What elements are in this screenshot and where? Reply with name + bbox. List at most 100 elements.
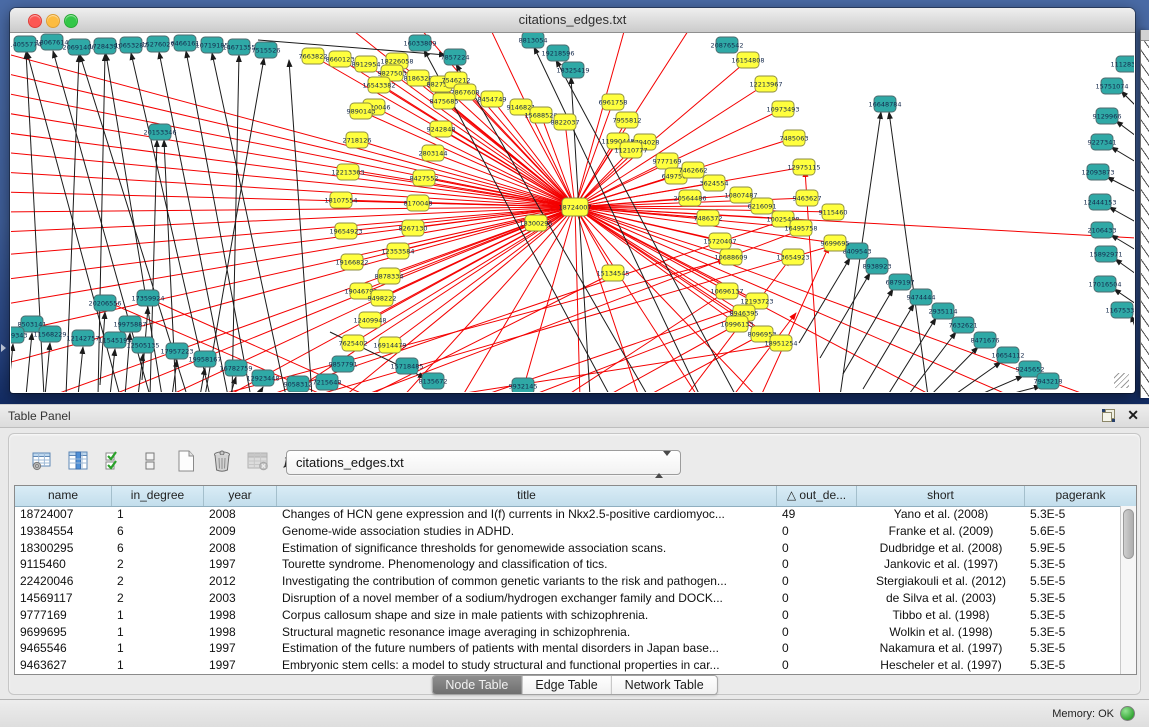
table-cell[interactable]: 22420046 bbox=[15, 573, 112, 590]
network-node[interactable]: 9242848 bbox=[427, 121, 456, 137]
table-cell[interactable]: 6 bbox=[112, 540, 204, 557]
network-node[interactable]: 9058312 bbox=[284, 376, 313, 392]
network-node[interactable]: 12093873 bbox=[1081, 164, 1114, 180]
table-cell[interactable]: 2009 bbox=[204, 523, 277, 540]
table-cell[interactable]: 2008 bbox=[204, 540, 277, 557]
table-cell[interactable]: 1 bbox=[112, 640, 204, 657]
table-cell[interactable]: 5.3E-5 bbox=[1025, 590, 1121, 607]
table-row[interactable]: 977716911998Corpus callosum shape and si… bbox=[15, 607, 1121, 624]
table-cell[interactable]: 0 bbox=[777, 556, 857, 573]
window-resize-grip[interactable] bbox=[1114, 373, 1129, 388]
network-node[interactable]: 8427552 bbox=[410, 170, 439, 186]
network-node[interactable]: 17016504 bbox=[1088, 276, 1121, 292]
network-node[interactable]: 6216091 bbox=[748, 198, 777, 214]
table-cell[interactable]: de Silva et al. (2003) bbox=[857, 590, 1025, 607]
table-cell[interactable]: Jankovic et al. (1997) bbox=[857, 556, 1025, 573]
network-node[interactable]: 8813054 bbox=[519, 33, 548, 48]
network-node[interactable]: 12353584 bbox=[381, 243, 414, 259]
table-cell[interactable]: 1998 bbox=[204, 624, 277, 641]
table-row[interactable]: 2242004622012Investigating the contribut… bbox=[15, 573, 1121, 590]
tab-edge-table[interactable]: Edge Table bbox=[521, 676, 610, 694]
table-cell[interactable]: 2 bbox=[112, 573, 204, 590]
table-panel-header[interactable]: Table Panel ✕ bbox=[0, 404, 1149, 428]
network-node[interactable]: 18325419 bbox=[556, 62, 589, 78]
network-hub-node[interactable]: 18724007 bbox=[558, 198, 591, 216]
network-node[interactable]: 9129966 bbox=[1093, 108, 1122, 124]
table-row[interactable]: 911546021997Tourette syndrome. Phenomeno… bbox=[15, 556, 1121, 573]
table-row[interactable]: 1456911722003Disruption of a novel membe… bbox=[15, 590, 1121, 607]
column-header-short[interactable]: short bbox=[857, 486, 1025, 506]
column-header-year[interactable]: year bbox=[204, 486, 277, 506]
table-cell[interactable]: 0 bbox=[777, 540, 857, 557]
network-node[interactable]: 13654923 bbox=[776, 249, 809, 265]
new-column-icon[interactable] bbox=[174, 448, 198, 474]
network-node[interactable]: 8878334 bbox=[375, 268, 404, 284]
table-cell[interactable]: 5.5E-5 bbox=[1025, 573, 1121, 590]
table-row[interactable]: 946362711997Embryonic stem cells: a mode… bbox=[15, 657, 1121, 674]
table-cell[interactable]: 9777169 bbox=[15, 607, 112, 624]
table-body[interactable]: 1872400712008Changes of HCN gene express… bbox=[15, 506, 1121, 674]
network-node[interactable]: 9857791 bbox=[329, 356, 358, 372]
network-node[interactable]: 11675338 bbox=[1105, 302, 1134, 318]
table-cell[interactable]: Estimation of significance thresholds fo… bbox=[277, 540, 777, 557]
table-cell[interactable]: 5.3E-5 bbox=[1025, 506, 1121, 523]
table-cell[interactable]: 5.9E-5 bbox=[1025, 540, 1121, 557]
table-cell[interactable]: 9463627 bbox=[15, 657, 112, 674]
network-node[interactable]: 20564486 bbox=[673, 190, 706, 206]
network-node[interactable]: 16033809 bbox=[403, 35, 436, 51]
table-cell[interactable]: 5.3E-5 bbox=[1025, 607, 1121, 624]
network-node[interactable]: 2106433 bbox=[1088, 222, 1117, 238]
unselect-all-icon[interactable] bbox=[138, 448, 162, 474]
network-select-dropdown[interactable]: citations_edges.txt bbox=[286, 450, 681, 475]
column-header-in_degree[interactable]: in_degree bbox=[112, 486, 204, 506]
network-node[interactable]: 10654112 bbox=[991, 347, 1024, 363]
network-node[interactable]: 12213363 bbox=[331, 164, 364, 180]
network-node[interactable]: 9474444 bbox=[907, 289, 936, 305]
table-cell[interactable]: 0 bbox=[777, 624, 857, 641]
network-node[interactable]: 9890143 bbox=[347, 103, 376, 119]
table-cell[interactable]: 18300295 bbox=[15, 540, 112, 557]
table-row[interactable]: 1872400712008Changes of HCN gene express… bbox=[15, 506, 1121, 523]
network-node[interactable]: 7955812 bbox=[613, 112, 642, 128]
network-node[interactable]: 8471676 bbox=[971, 332, 1000, 348]
table-cell[interactable]: 1 bbox=[112, 657, 204, 674]
table-cell[interactable]: 0 bbox=[777, 523, 857, 540]
table-cell[interactable]: 9115460 bbox=[15, 556, 112, 573]
network-node[interactable]: 10696137 bbox=[710, 283, 743, 299]
network-node[interactable]: 9498222 bbox=[368, 290, 397, 306]
network-node[interactable]: 6961758 bbox=[599, 94, 628, 110]
network-node[interactable]: 8822037 bbox=[551, 114, 580, 130]
table-cell[interactable]: 0 bbox=[777, 640, 857, 657]
table-cell[interactable]: 9699695 bbox=[15, 624, 112, 641]
table-cell[interactable]: 1 bbox=[112, 607, 204, 624]
network-node[interactable]: 8170048 bbox=[404, 195, 433, 211]
network-node[interactable]: 9777169 bbox=[653, 153, 682, 169]
network-node[interactable]: 7857224 bbox=[441, 49, 470, 65]
network-node[interactable]: 7486372 bbox=[694, 210, 723, 226]
table-cell[interactable]: Dudbridge et al. (2008) bbox=[857, 540, 1025, 557]
column-header-title[interactable]: title bbox=[277, 486, 777, 506]
network-node[interactable]: 12923448 bbox=[246, 370, 279, 386]
table-cell[interactable]: 1 bbox=[112, 506, 204, 523]
table-scrollbar-thumb[interactable] bbox=[1123, 509, 1134, 559]
table-cell[interactable]: Structural magnetic resonance image aver… bbox=[277, 624, 777, 641]
table-cell[interactable]: 14569117 bbox=[15, 590, 112, 607]
table-cell[interactable]: 1997 bbox=[204, 657, 277, 674]
table-cell[interactable]: 2 bbox=[112, 556, 204, 573]
network-node[interactable]: 19975887 bbox=[113, 316, 146, 332]
network-node[interactable]: 9463627 bbox=[793, 190, 822, 206]
network-node[interactable]: 7485063 bbox=[780, 130, 809, 146]
network-node[interactable]: 2803144 bbox=[419, 145, 448, 161]
panel-collapse-arrow-icon[interactable] bbox=[1, 344, 6, 352]
network-node[interactable]: 12975115 bbox=[787, 159, 820, 175]
table-cell[interactable]: Corpus callosum shape and size in male p… bbox=[277, 607, 777, 624]
table-cell[interactable]: Estimation of the future numbers of pati… bbox=[277, 640, 777, 657]
network-node[interactable]: 6879197 bbox=[886, 274, 915, 290]
table-row[interactable]: 946554611997Estimation of the future num… bbox=[15, 640, 1121, 657]
network-node[interactable]: 7943218 bbox=[1034, 373, 1063, 389]
network-node[interactable]: 18107554 bbox=[324, 192, 357, 208]
table-cell[interactable]: Embryonic stem cells: a model to study s… bbox=[277, 657, 777, 674]
table-row[interactable]: 1830029562008Estimation of significance … bbox=[15, 540, 1121, 557]
table-cell[interactable]: 2012 bbox=[204, 573, 277, 590]
network-node[interactable]: 8454749 bbox=[478, 91, 507, 107]
